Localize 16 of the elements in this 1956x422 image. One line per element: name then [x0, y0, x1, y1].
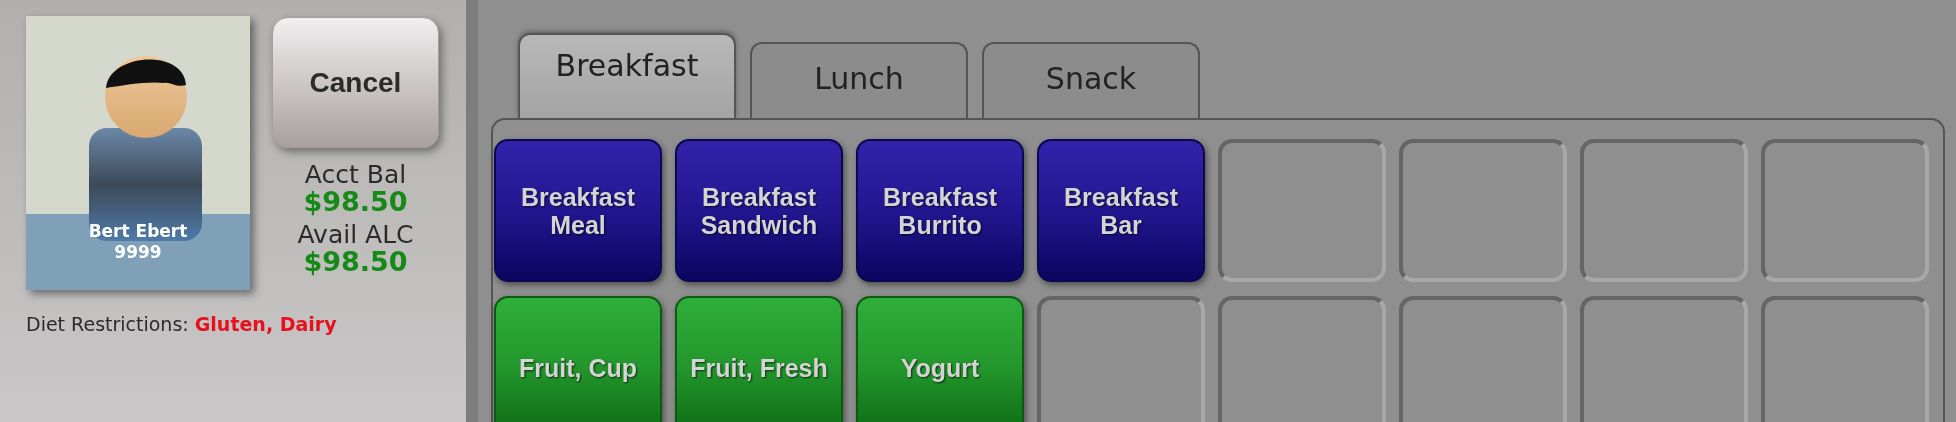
- cancel-button[interactable]: Cancel: [272, 17, 439, 148]
- diet-restrictions: Diet Restrictions: Gluten, Dairy: [26, 313, 337, 335]
- meal-tab[interactable]: Breakfast: [518, 33, 736, 118]
- balance-amount: $98.50: [303, 187, 408, 216]
- meal-tab[interactable]: Lunch: [750, 42, 968, 118]
- balance-label: Avail ALC: [297, 222, 414, 247]
- customer-id: 9999: [114, 242, 162, 263]
- customer-name: Bert Ebert: [88, 221, 188, 242]
- balance-amount: $98.50: [303, 247, 408, 276]
- menu-item-button[interactable]: Breakfast Burrito: [856, 139, 1024, 282]
- meal-tab[interactable]: Snack: [982, 42, 1200, 118]
- menu-item-button[interactable]: Breakfast Sandwich: [675, 139, 843, 282]
- balance-label: Acct Bal: [304, 162, 407, 187]
- person-avatar-icon: [89, 53, 202, 241]
- menu-item-button[interactable]: Breakfast Bar: [1037, 139, 1205, 282]
- menu-item-button[interactable]: Breakfast Meal: [494, 139, 662, 282]
